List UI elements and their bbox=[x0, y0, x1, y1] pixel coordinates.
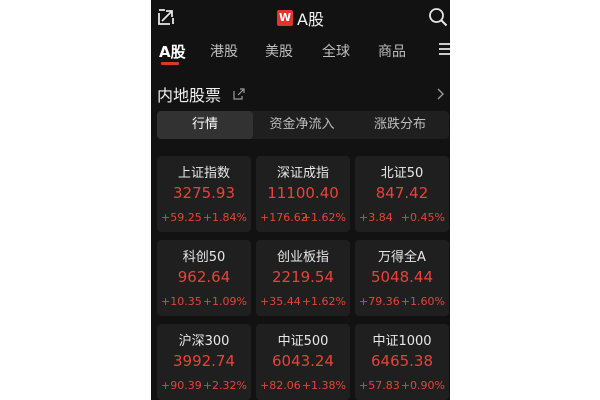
index-price: 6465.38 bbox=[370, 352, 434, 370]
index-change-percent: +1.09% bbox=[202, 295, 247, 308]
index-price: 2219.54 bbox=[271, 268, 335, 286]
top-bar: W A股 bbox=[151, 0, 450, 34]
index-price: 3275.93 bbox=[172, 184, 236, 202]
index-change: +10.35 bbox=[161, 295, 202, 308]
index-price: 6043.24 bbox=[271, 352, 335, 370]
index-price: 847.42 bbox=[375, 184, 429, 202]
index-price: 3992.74 bbox=[172, 352, 236, 370]
segment-quotes[interactable]: 行情 bbox=[157, 111, 253, 139]
index-name: 科创50 bbox=[182, 250, 226, 265]
segmented-control: 行情 资金净流入 涨跌分布 bbox=[157, 111, 449, 139]
tab-a-shares[interactable]: A股 bbox=[159, 41, 186, 62]
index-change: +82.06 bbox=[260, 379, 301, 392]
wind-logo-icon: W bbox=[277, 10, 294, 26]
app-title: A股 bbox=[297, 10, 324, 29]
index-name: 上证指数 bbox=[177, 166, 230, 181]
index-price: 5048.44 bbox=[370, 268, 434, 286]
index-card[interactable]: 万得全A 5048.44 +79.36 +1.60% bbox=[355, 240, 449, 316]
index-change: +90.39 bbox=[161, 379, 202, 392]
index-change-percent: +1.60% bbox=[400, 295, 445, 308]
segment-distribution[interactable]: 涨跌分布 bbox=[351, 111, 449, 139]
index-name: 北证50 bbox=[380, 166, 424, 181]
index-name: 创业板指 bbox=[276, 250, 329, 265]
chevron-right-icon[interactable] bbox=[436, 88, 444, 100]
index-card[interactable]: 北证50 847.42 +3.84 +0.45% bbox=[355, 156, 449, 232]
index-card[interactable]: 科创50 962.64 +10.35 +1.09% bbox=[157, 240, 251, 316]
tab-global[interactable]: 全球 bbox=[322, 41, 350, 61]
index-change: +35.44 bbox=[260, 295, 301, 308]
index-change: +79.36 bbox=[359, 295, 400, 308]
index-card[interactable]: 上证指数 3275.93 +59.25 +1.84% bbox=[157, 156, 251, 232]
index-name: 深证成指 bbox=[276, 166, 329, 181]
index-price: 962.64 bbox=[177, 268, 231, 286]
search-icon[interactable] bbox=[428, 7, 448, 27]
index-name: 中证500 bbox=[277, 334, 329, 349]
index-change: +59.25 bbox=[161, 211, 202, 224]
index-name: 沪深300 bbox=[178, 334, 230, 349]
index-change-percent: +0.90% bbox=[400, 379, 445, 392]
active-tab-indicator bbox=[161, 62, 179, 65]
market-tabs: A股 港股 美股 全球 商品 bbox=[151, 37, 450, 67]
share-icon[interactable] bbox=[233, 88, 245, 100]
app-title-wrap: W A股 bbox=[151, 6, 450, 29]
index-price: 11100.40 bbox=[267, 184, 339, 202]
index-change: +3.84 bbox=[359, 211, 393, 224]
index-change-percent: +2.32% bbox=[202, 379, 247, 392]
index-change-percent: +1.62% bbox=[301, 295, 346, 308]
index-card[interactable]: 深证成指 11100.40 +176.62 +1.62% bbox=[256, 156, 350, 232]
phone-screen: W A股 A股 港股 美股 全球 商品 内地股票 行情 资金净流入 涨跌分布 上证… bbox=[151, 0, 450, 400]
tab-us-stocks[interactable]: 美股 bbox=[265, 41, 293, 61]
tab-commodities[interactable]: 商品 bbox=[378, 41, 406, 61]
index-card[interactable]: 创业板指 2219.54 +35.44 +1.62% bbox=[256, 240, 350, 316]
index-name: 万得全A bbox=[378, 250, 426, 265]
index-change: +57.83 bbox=[359, 379, 400, 392]
section-title: 内地股票 bbox=[157, 86, 222, 105]
menu-icon[interactable] bbox=[438, 42, 450, 56]
index-change-percent: +1.62% bbox=[301, 211, 346, 224]
index-change-percent: +1.38% bbox=[301, 379, 346, 392]
index-card[interactable]: 沪深300 3992.74 +90.39 +2.32% bbox=[157, 324, 251, 400]
tab-hk-stocks[interactable]: 港股 bbox=[210, 41, 238, 61]
index-change-percent: +1.84% bbox=[202, 211, 247, 224]
index-card[interactable]: 中证500 6043.24 +82.06 +1.38% bbox=[256, 324, 350, 400]
index-name: 中证1000 bbox=[372, 334, 432, 349]
segment-net-inflow[interactable]: 资金净流入 bbox=[253, 111, 351, 139]
index-change: +176.62 bbox=[260, 211, 308, 224]
index-change-percent: +0.45% bbox=[400, 211, 445, 224]
index-card[interactable]: 中证1000 6465.38 +57.83 +0.90% bbox=[355, 324, 449, 400]
